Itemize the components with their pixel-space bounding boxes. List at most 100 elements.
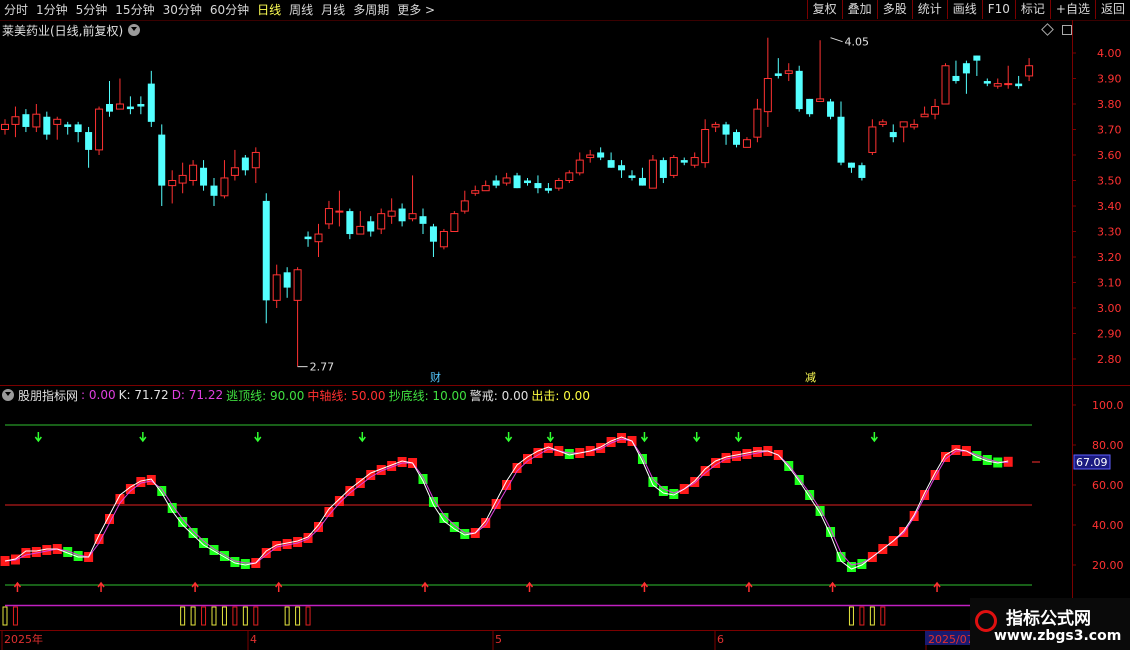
candle-body [189, 164, 198, 181]
kd-bar [334, 496, 344, 506]
signal-bar [201, 606, 207, 626]
price-tick-label: 2.80 [1097, 353, 1122, 366]
candle-body [628, 175, 636, 178]
candle-body [335, 210, 344, 213]
candle-body [200, 167, 208, 186]
candle-body [827, 101, 835, 117]
buy-arrow-icon [525, 581, 534, 592]
candle-body [774, 73, 782, 76]
candle-body [64, 124, 72, 127]
indicator-field: 警戒: 0.00 [469, 388, 529, 403]
candle-body [889, 132, 897, 138]
price-tick-label: 2.90 [1097, 328, 1122, 341]
candle-body [868, 126, 877, 153]
candle-body [618, 165, 626, 171]
sell-arrow-icon [870, 432, 878, 443]
kd-bar [219, 551, 229, 561]
date-label: 5 [495, 633, 502, 646]
candle-body [502, 177, 511, 184]
candle-body [492, 180, 500, 186]
signal-bar [12, 606, 18, 626]
candle-body [816, 98, 825, 102]
kd-bar [314, 522, 323, 532]
indicator-field: : 0.00 [81, 388, 116, 402]
buy-arrow-icon [828, 581, 837, 592]
indicator-tick-label: 60.00 [1092, 479, 1124, 492]
candle-body [251, 151, 260, 169]
price-tick-label: 3.40 [1097, 200, 1122, 213]
d-line [4, 438, 1009, 566]
candle-body [680, 160, 688, 163]
candle-body [11, 116, 20, 125]
signal-bar [180, 606, 186, 626]
price-tick-label: 4.00 [1097, 47, 1122, 60]
candle-body [314, 233, 323, 243]
candle-body [711, 123, 720, 128]
candle-body [837, 116, 845, 163]
candle-body [377, 213, 386, 230]
candle-body [22, 114, 30, 127]
kline-chart[interactable]: 4.00 3.90 3.80 3.70 3.60 3.50 3.40 3.30 3.20 3.10… [0, 0, 1130, 650]
candle-body [586, 154, 595, 159]
buy-arrow-icon [640, 581, 649, 592]
buy-arrow-icon [933, 581, 941, 592]
high-label: 4.05 [845, 36, 870, 49]
sell-arrow-icon [358, 432, 366, 443]
candle-body [878, 121, 887, 125]
candle-body [962, 63, 970, 74]
candle-body [346, 211, 354, 235]
event-marker-jian: 减 [805, 371, 816, 384]
indicator-name: 股朋指标网 [18, 388, 79, 403]
candle-body [1004, 83, 1013, 86]
candle-body [398, 208, 406, 222]
candle-body [544, 188, 552, 191]
candle-body [575, 159, 584, 174]
sell-arrow-icon [139, 432, 147, 443]
candle-body [931, 106, 940, 115]
candle-body [419, 216, 427, 224]
signal-bar [869, 606, 875, 626]
candle-body [147, 83, 155, 122]
indicator-field: K: 71.72 [118, 388, 169, 402]
candle-body [554, 180, 563, 189]
candle-body [1, 123, 9, 131]
sell-arrow-icon [254, 432, 262, 443]
candle-body [95, 108, 104, 151]
indicator-field: 中轴线: 50.00 [307, 388, 386, 403]
signal-bar [242, 606, 248, 626]
candle-body [1015, 83, 1023, 87]
sell-arrow-icon [34, 432, 42, 443]
signal-bar [232, 606, 238, 626]
candle-body [283, 272, 291, 288]
candle-body [178, 174, 187, 184]
candle-body [408, 213, 417, 220]
candle-body [43, 116, 51, 135]
kd-bar [690, 477, 700, 487]
candle-body [993, 83, 1002, 87]
candle-body [534, 183, 542, 189]
chevron-down-icon[interactable] [2, 389, 14, 401]
kd-bar [188, 528, 198, 538]
sell-arrow-icon [546, 432, 554, 443]
signal-bar [2, 606, 8, 626]
signal-bar [880, 606, 886, 626]
indicator-field: 逃顶线: 90.00 [226, 388, 305, 403]
candle-body [168, 180, 177, 187]
candle-body [722, 124, 730, 135]
price-tick-label: 3.00 [1097, 302, 1122, 315]
candle-body [899, 121, 908, 128]
date-label: 2025年 [4, 632, 43, 646]
indicator-tick-label: 40.00 [1092, 519, 1124, 532]
buy-arrow-icon [97, 581, 105, 592]
candle-body [220, 177, 229, 197]
candle-body [910, 123, 919, 128]
candle-body [669, 157, 678, 176]
candle-body [241, 157, 249, 171]
buy-arrow-icon [13, 581, 22, 592]
event-marker-cai: 财 [430, 370, 441, 384]
candle-body [795, 70, 803, 110]
candle-body [230, 167, 239, 176]
candle-body [648, 159, 657, 189]
candle-body [471, 190, 480, 194]
candle-body [733, 132, 740, 145]
